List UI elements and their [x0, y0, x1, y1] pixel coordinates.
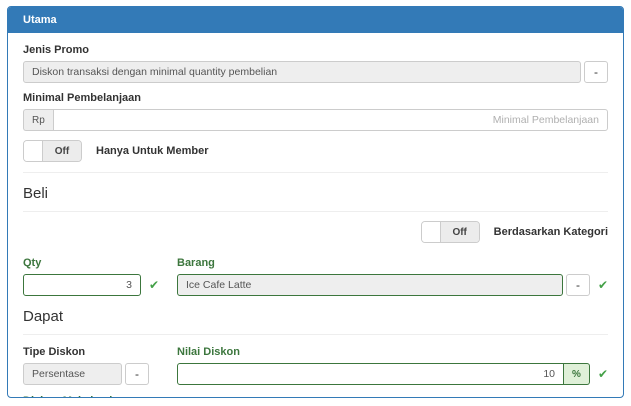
toggle-state: Off [441, 222, 479, 242]
valid-check-icon: ✔ [598, 274, 608, 296]
barang-group: Barang Ice Cafe Latte - ✔ [177, 255, 608, 296]
tipe-diskon-group: Tipe Diskon Persentase - [23, 344, 177, 385]
valid-check-icon: ✔ [149, 274, 159, 296]
divider [23, 172, 608, 173]
berdasarkan-kategori-label: Berdasarkan Kategori [494, 226, 608, 238]
jenis-promo-select[interactable]: Diskon transaksi dengan minimal quantity… [23, 61, 581, 83]
barang-select[interactable]: Ice Cafe Latte [177, 274, 563, 296]
valid-check-icon: ✔ [598, 363, 608, 385]
toggle-handle-icon [422, 222, 441, 242]
qty-label: Qty [23, 257, 177, 269]
hanya-untuk-member-row: Off Hanya Untuk Member [23, 140, 608, 162]
percent-addon: % [564, 363, 590, 385]
currency-rp-addon: Rp [23, 109, 53, 131]
minimal-pembelanjaan-input[interactable] [53, 109, 608, 131]
barang-dropdown-icon[interactable]: - [566, 274, 590, 296]
section-title-dapat: Dapat [23, 308, 608, 325]
berdasarkan-kategori-row: Off Berdasarkan Kategori [23, 221, 608, 243]
tipe-diskon-label: Tipe Diskon [23, 346, 177, 358]
nilai-diskon-input[interactable] [177, 363, 564, 385]
minimal-pembelanjaan-group: Minimal Pembelanjaan Rp [23, 92, 608, 131]
jenis-promo-label: Jenis Promo [23, 44, 608, 56]
tipe-diskon-select[interactable]: Persentase [23, 363, 122, 385]
barang-label: Barang [177, 257, 608, 269]
berdasarkan-kategori-toggle[interactable]: Off [421, 221, 480, 243]
diskon-maksimal-label: Diskon Maksimal [23, 395, 608, 398]
divider [23, 334, 608, 335]
toggle-handle-icon [24, 141, 43, 161]
qty-input[interactable] [23, 274, 141, 296]
panel-body: Jenis Promo Diskon transaksi dengan mini… [8, 33, 623, 398]
beli-fields-row: Qty ✔ Barang Ice Cafe Latte - ✔ [23, 255, 608, 296]
panel-title: Utama [8, 7, 623, 33]
nilai-diskon-group: Nilai Diskon % ✔ [177, 344, 608, 385]
nilai-diskon-label: Nilai Diskon [177, 346, 608, 358]
minimal-pembelanjaan-label: Minimal Pembelanjaan [23, 92, 608, 104]
diskon-maksimal-group: Diskon Maksimal Rp ✔ [23, 395, 608, 398]
toggle-state: Off [43, 141, 81, 161]
hanya-untuk-member-label: Hanya Untuk Member [96, 145, 208, 157]
jenis-promo-dropdown-icon[interactable]: - [584, 61, 608, 83]
section-title-beli: Beli [23, 185, 608, 202]
panel-utama: Utama Jenis Promo Diskon transaksi denga… [7, 6, 624, 398]
tipe-diskon-dropdown-icon[interactable]: - [125, 363, 149, 385]
qty-group: Qty ✔ [23, 255, 177, 296]
jenis-promo-group: Jenis Promo Diskon transaksi dengan mini… [23, 44, 608, 83]
hanya-untuk-member-toggle[interactable]: Off [23, 140, 82, 162]
divider [23, 211, 608, 212]
dapat-fields-row: Tipe Diskon Persentase - Nilai Diskon % … [23, 344, 608, 385]
